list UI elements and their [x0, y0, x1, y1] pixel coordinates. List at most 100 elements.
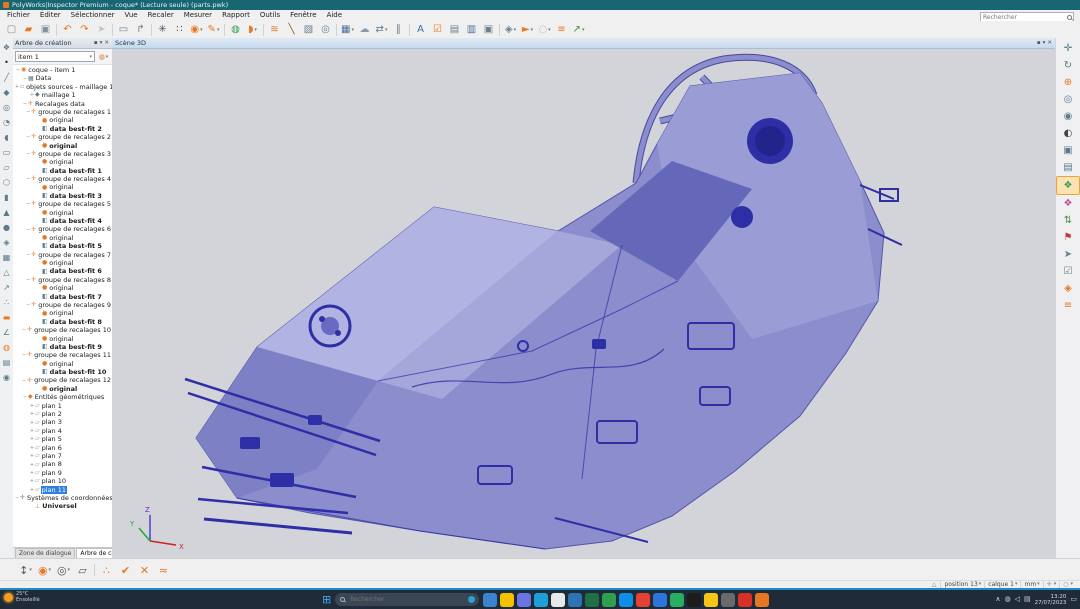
tree-item-groupe-de-recalages-11[interactable]: −✛groupe de recalages 11 [14, 351, 112, 359]
compare-polyline-button[interactable]: ≈ [154, 561, 173, 579]
create-slot-button[interactable]: ▱ [0, 160, 14, 175]
tree-item-coque-item-1[interactable]: −◉coque - item 1 [14, 66, 112, 74]
align-arrows-button[interactable]: ⇄▾ [373, 22, 390, 37]
tree-item-original[interactable]: ●original [14, 183, 112, 191]
model-3d-chassis[interactable]: Z X Y [112, 49, 1056, 558]
tree-item-groupe-de-recalages-9[interactable]: −✛groupe de recalages 9 [14, 301, 112, 309]
taskbar-app-10-icon[interactable] [636, 593, 650, 607]
create-polygon-button[interactable]: ⬡ [0, 175, 14, 190]
create-point-button[interactable]: • [0, 55, 14, 70]
onedrive-icon[interactable]: ▤ [1024, 590, 1031, 609]
tree-item-original[interactable]: ●original [14, 209, 112, 217]
tree-item-data-best-fit-5[interactable]: ◧data best-fit 5 [14, 242, 112, 250]
network-icon[interactable]: ◍ [1005, 590, 1011, 609]
tree-item-data-best-fit-9[interactable]: ◧data best-fit 9 [14, 343, 112, 351]
status-icon-item[interactable]: ○▾ [1059, 581, 1076, 588]
tree-item-groupe-de-recalages-5[interactable]: −✛groupe de recalages 5 [14, 200, 112, 208]
forward-button[interactable]: ➤ [93, 22, 110, 37]
tab-zone-de-dialogue[interactable]: Zone de dialogue [15, 548, 75, 558]
create-angle-button[interactable]: ∠ [0, 325, 14, 340]
piece-combobox[interactable]: item 1 ▾ [15, 51, 95, 62]
create-vector-button[interactable]: ↗ [0, 280, 14, 295]
tree-item-original[interactable]: ●original [14, 360, 112, 368]
tree-item-original[interactable]: ●original [14, 158, 112, 166]
camera-snapshot-button[interactable]: ▣ [480, 22, 497, 37]
toggle-visibility-eye-button[interactable]: ◐ [1057, 125, 1079, 142]
tree-item-systemes-de-coordonnees[interactable]: −✛Systèmes de coordonnées [14, 494, 112, 502]
distance-slider-button[interactable]: ▬ [0, 310, 14, 325]
menu-recaler[interactable]: Recaler [143, 10, 179, 21]
panel-close-icon[interactable]: ✕ [103, 38, 110, 48]
tree-item-data-best-fit-6[interactable]: ◧data best-fit 6 [14, 267, 112, 275]
control-table-button[interactable]: ▦▾ [339, 22, 356, 37]
zoom-magnifier-button[interactable]: ◎ [317, 22, 334, 37]
play-macro-button[interactable]: ►▾ [519, 22, 536, 37]
tree-item-original[interactable]: ●original [14, 234, 112, 242]
zoom-view-button[interactable]: ◎ [1057, 91, 1079, 108]
menu-vue[interactable]: Vue [120, 10, 143, 21]
fit-check-button[interactable]: ✔ [116, 561, 135, 579]
tree-item-original[interactable]: ●original [14, 284, 112, 292]
align-device-button[interactable]: ◉▾ [188, 22, 205, 37]
tree-item-plan-10[interactable]: +▱plan 10 [14, 477, 112, 485]
gauge-gear-button[interactable]: ◉ [0, 370, 14, 385]
notifications-icon[interactable]: ▭ [1070, 590, 1077, 609]
create-cone-button[interactable]: ▲ [0, 205, 14, 220]
vector-arrows-button[interactable]: ⇅ [1057, 212, 1079, 229]
create-arc-button[interactable]: ◔ [0, 115, 14, 130]
scene-3d-canvas[interactable]: Z X Y [112, 49, 1056, 558]
flag-annotation-button[interactable]: ⚑ [1057, 229, 1079, 246]
tree-item-entites-geometriques[interactable]: −◆Entités géométriques [14, 393, 112, 401]
taskbar-app-13-icon[interactable] [687, 593, 701, 607]
start-button[interactable]: ⊞ [322, 590, 331, 609]
sequence-list-button[interactable]: ≡ [553, 22, 570, 37]
menu-fenetre[interactable]: Fenêtre [285, 10, 321, 21]
status-position-13[interactable]: position 13▾ [940, 581, 984, 588]
tree-item-groupe-de-recalages-10[interactable]: −✛groupe de recalages 10 [14, 326, 112, 334]
select-checkbox-button[interactable]: ☑ [1057, 263, 1079, 280]
volume-icon[interactable]: ◁ [1015, 590, 1020, 609]
create-line-button[interactable]: ╱ [0, 70, 14, 85]
export-page-button[interactable]: ↱ [132, 22, 149, 37]
tree-item-groupe-de-recalages-2[interactable]: −✛groupe de recalages 2 [14, 133, 112, 141]
tree-item-plan-1[interactable]: +▱plan 1 [14, 402, 112, 410]
tree-item-original[interactable]: ●original [14, 385, 112, 393]
create-rectangle-button[interactable]: ▭ [0, 145, 14, 160]
create-polyline-button[interactable]: △ [0, 265, 14, 280]
taskbar-app-6-icon[interactable] [568, 593, 582, 607]
status-calque-1[interactable]: calque 1▾ [984, 581, 1020, 588]
menu-fichier[interactable]: Fichier [2, 10, 35, 21]
scan-surface-button[interactable]: ◗▾ [244, 22, 261, 37]
globe-view-button[interactable]: ◍ [227, 22, 244, 37]
probe-slider-button[interactable]: ↕▾ [16, 561, 35, 579]
create-mesh-button[interactable]: ▦ [0, 250, 14, 265]
taskbar-app-5-icon[interactable] [551, 593, 565, 607]
tree-item-recalages-data[interactable]: −✛Recalages data [14, 100, 112, 108]
tree-item-original[interactable]: ●original [14, 335, 112, 343]
checklist-button[interactable]: ☑ [429, 22, 446, 37]
tree-item-objets-sources-maillage-1[interactable]: +▫objets sources - maillage 1 [14, 83, 112, 91]
redo-button[interactable]: ↷ [76, 22, 93, 37]
create-facet-button[interactable]: ◈ [0, 235, 14, 250]
tree-item-data-best-fit-10[interactable]: ◧data best-fit 10 [14, 368, 112, 376]
point-grid-button[interactable]: ∷ [171, 22, 188, 37]
tree-item-original[interactable]: ●original [14, 116, 112, 124]
render-view-button[interactable]: ◈▾ [502, 22, 519, 37]
tree-item-data-best-fit-4[interactable]: ◧data best-fit 4 [14, 217, 112, 225]
panel-close-icon[interactable]: ✕ [1046, 38, 1053, 48]
tree-item-original[interactable]: ●original [14, 309, 112, 317]
drag-object-button[interactable]: ◈ [1057, 280, 1079, 297]
menu-mesurer[interactable]: Mesurer [179, 10, 217, 21]
taskbar-app-15-icon[interactable] [721, 593, 735, 607]
taskbar-app-12-icon[interactable] [670, 593, 684, 607]
tree-item-data-best-fit-8[interactable]: ◧data best-fit 8 [14, 318, 112, 326]
taskbar-app-14-icon[interactable] [704, 593, 718, 607]
dial-adjust-button[interactable]: ◎▾ [54, 561, 73, 579]
tree-item-groupe-de-recalages-1[interactable]: −✛groupe de recalages 1 [14, 108, 112, 116]
gauge-document-button[interactable]: ▤ [0, 355, 14, 370]
measure-caliper-button[interactable]: ∥ [390, 22, 407, 37]
probe-device-button[interactable]: ✎▾ [205, 22, 222, 37]
taskbar-search[interactable] [335, 593, 479, 606]
view-cube-button[interactable]: ▣ [1057, 142, 1079, 159]
rotate-view-button[interactable]: ↻ [1057, 57, 1079, 74]
